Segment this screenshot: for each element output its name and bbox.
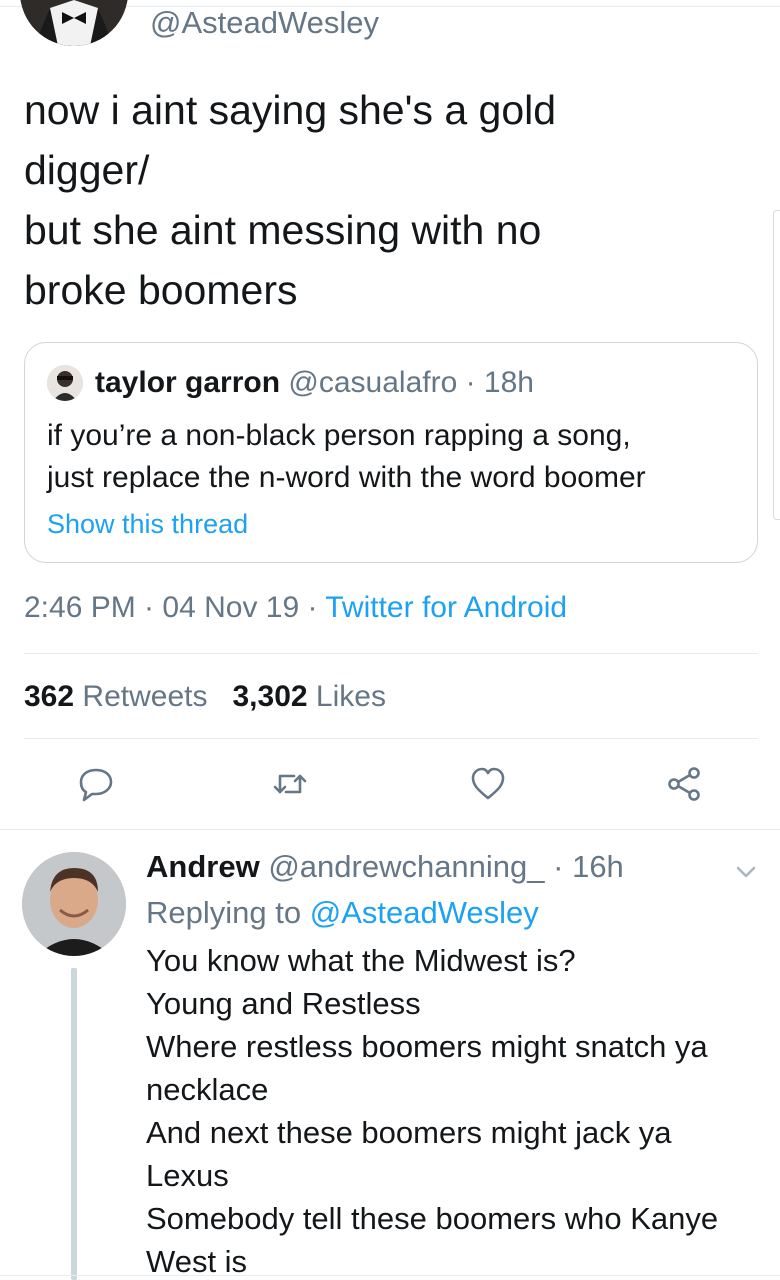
divider	[0, 1275, 780, 1276]
quote-body-line: just replace the n-word with the word bo…	[47, 461, 646, 494]
reply-body-line: necklace	[146, 1072, 269, 1107]
retweets-label: Retweets	[82, 680, 208, 713]
reply-menu-button[interactable]	[732, 858, 760, 886]
retweet-button[interactable]	[266, 760, 314, 808]
reply-body-line: Young and Restless	[146, 986, 421, 1021]
reply-body-line: You know what the Midwest is?	[146, 943, 576, 978]
retweet-icon	[273, 774, 307, 794]
reply-body-line: Where restless boomers might snatch ya	[146, 1029, 708, 1064]
reply-button[interactable]	[72, 760, 120, 808]
author-handle[interactable]: @AsteadWesley	[150, 4, 379, 42]
reply-body-line: Somebody tell these boomers who Kanye	[146, 1201, 719, 1236]
quote-body: if you’re a non-black person rapping a s…	[47, 415, 747, 499]
likes-stat[interactable]: 3,302 Likes	[232, 680, 385, 713]
reply-author-name[interactable]: Andrew	[146, 849, 260, 884]
share-button[interactable]	[660, 760, 708, 808]
tweet-text-line: now i aint saying she's a gold	[24, 87, 557, 133]
scroll-indicator[interactable]	[773, 210, 780, 520]
retweets-stat[interactable]: 362 Retweets	[24, 680, 207, 713]
likes-label: Likes	[315, 680, 386, 713]
replying-to-mention[interactable]: @AsteadWesley	[310, 895, 539, 930]
replying-to: Replying to @AsteadWesley	[146, 892, 539, 934]
reply-body: You know what the Midwest is? Young and …	[146, 939, 766, 1280]
quote-header: taylor garron @casualafro · 18h	[95, 363, 534, 403]
engagement-stats: 362 Retweets 3,302 Likes	[24, 677, 386, 717]
divider	[24, 653, 758, 654]
reply-author-avatar[interactable]	[22, 852, 126, 956]
heart-icon	[471, 767, 505, 800]
tweet-text: now i aint saying she's a gold digger/ b…	[24, 80, 744, 320]
client-link[interactable]: Twitter for Android	[325, 591, 567, 624]
reply-author-meta: @andrewchanning_ · 16h	[268, 849, 624, 884]
quoted-tweet-card[interactable]: taylor garron @casualafro · 18h if you’r…	[24, 342, 758, 563]
reply-header: Andrew @andrewchanning_ · 16h	[146, 846, 624, 888]
show-thread-link[interactable]: Show this thread	[47, 507, 248, 541]
author-avatar[interactable]	[20, 0, 128, 46]
tweet-detail-page: @AsteadWesley now i aint saying she's a …	[0, 0, 780, 1280]
divider	[24, 738, 758, 739]
divider	[0, 829, 780, 830]
retweets-count: 362	[24, 680, 75, 713]
quote-author-name: taylor garron	[95, 366, 281, 399]
quote-body-line: if you’re a non-black person rapping a s…	[47, 419, 631, 452]
timestamp-text: 2:46 PM · 04 Nov 19 ·	[24, 591, 326, 624]
reply-icon	[79, 768, 113, 802]
like-button[interactable]	[464, 760, 512, 808]
thread-connector-line	[71, 968, 77, 1280]
likes-count: 3,302	[232, 680, 308, 713]
reply-body-line: And next these boomers might jack ya	[146, 1115, 672, 1150]
tweet-text-line: but she aint messing with no	[24, 207, 542, 253]
tweet-text-line: broke boomers	[24, 267, 298, 313]
reply-body-line: Lexus	[146, 1158, 229, 1193]
share-icon	[668, 767, 700, 801]
quote-author-meta: @casualafro · 18h	[288, 366, 534, 399]
quote-author-avatar	[47, 365, 83, 401]
reply-body-line: West is	[146, 1244, 248, 1279]
tweet-text-line: digger/	[24, 147, 150, 193]
chevron-down-icon	[736, 866, 756, 878]
tweet-timestamp: 2:46 PM · 04 Nov 19 · Twitter for Androi…	[24, 588, 567, 628]
replying-to-prefix: Replying to	[146, 895, 310, 930]
